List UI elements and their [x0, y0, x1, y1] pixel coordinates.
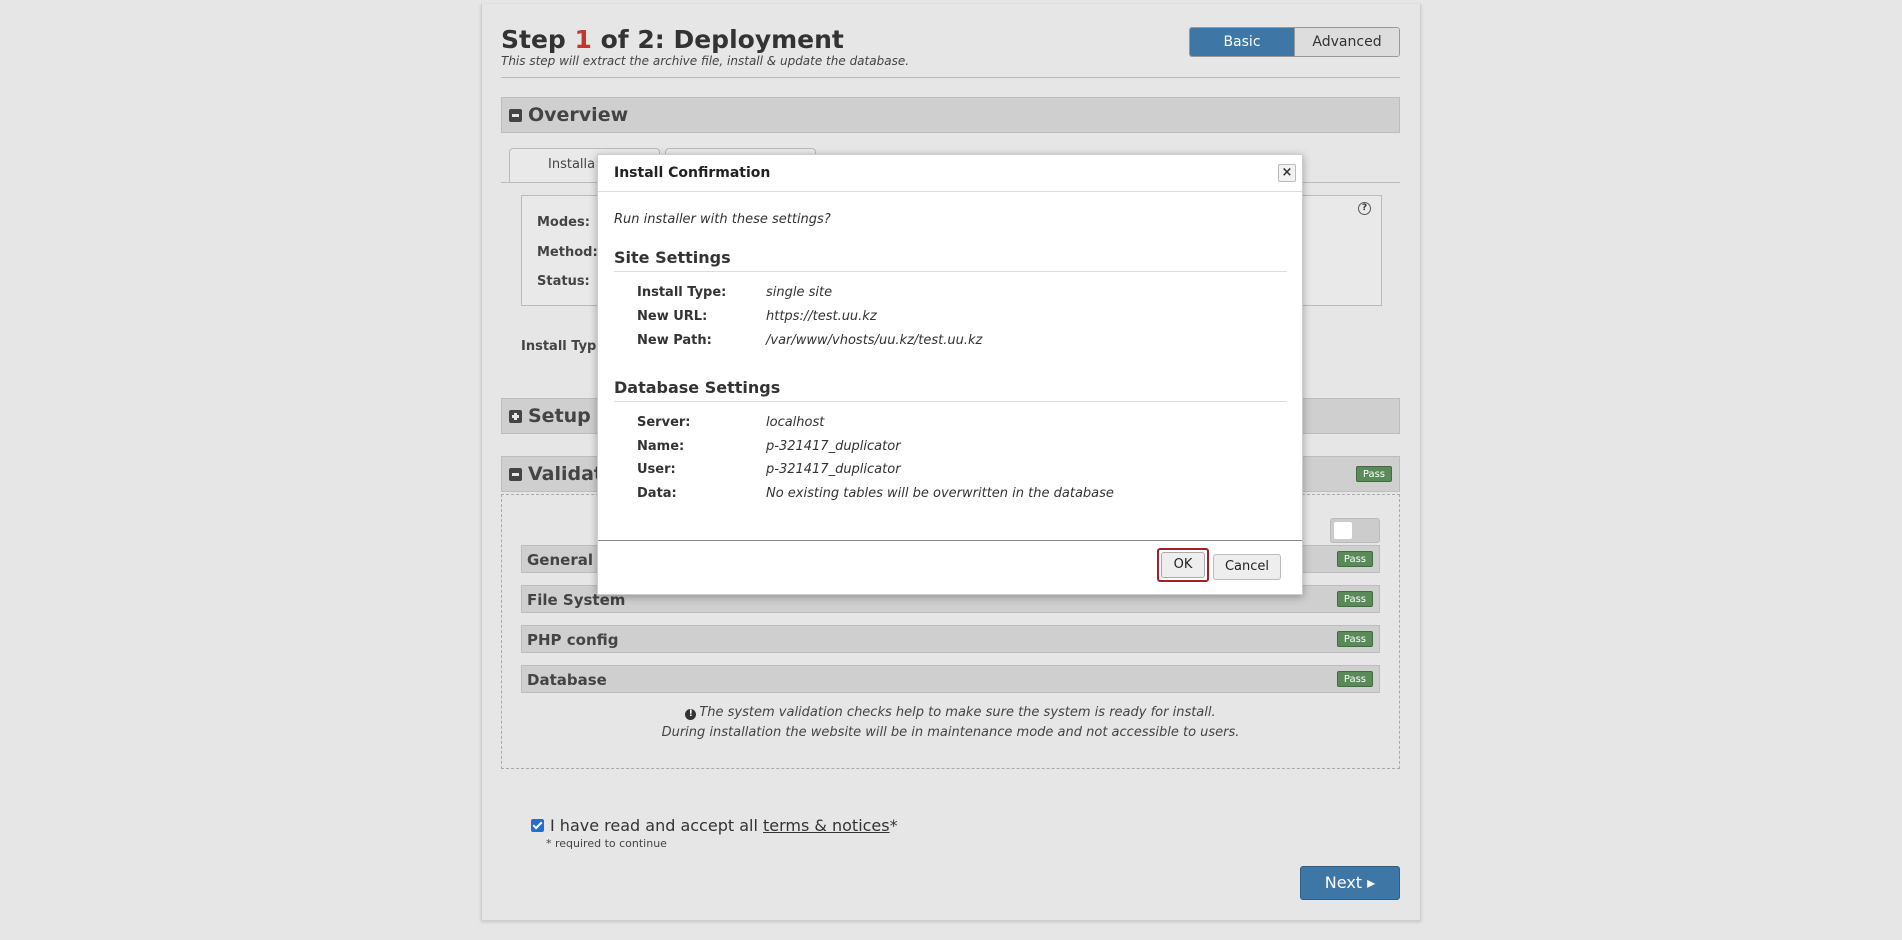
new-path-key: New Path: [637, 333, 712, 348]
ok-focus-ring: OK [1157, 548, 1209, 582]
mode-advanced-button[interactable]: Advanced [1294, 28, 1399, 56]
new-path-value: /var/www/vhosts/uu.kz/test.uu.kz [766, 333, 983, 348]
db-user-key: User: [637, 462, 676, 477]
install-type-label: Install Typ [521, 339, 597, 354]
db-user-value: p-321417_duplicator [766, 462, 901, 477]
required-asterisk: * [889, 816, 898, 835]
overview-section-header[interactable]: Overview [501, 97, 1400, 133]
validation-label: Validat [528, 463, 604, 485]
status-badge: Pass [1336, 631, 1373, 647]
check-label: General [527, 551, 593, 569]
ok-button[interactable]: OK [1161, 552, 1205, 578]
required-note: * required to continue [546, 837, 667, 850]
info-icon: ! [685, 709, 697, 720]
header-divider [501, 77, 1400, 78]
validation-note-line1: ! The system validation checks help to ma… [501, 705, 1400, 720]
db-name-value: p-321417_duplicator [766, 439, 901, 454]
new-url-value: https://test.uu.kz [766, 309, 877, 324]
expand-icon [509, 410, 522, 423]
check-label: PHP config [527, 631, 619, 649]
modes-label: Modes: [537, 215, 590, 230]
dialog-footer-divider [598, 540, 1302, 541]
status-badge: Pass [1336, 551, 1373, 567]
dialog-header: Install Confirmation × [598, 155, 1302, 192]
step-number: 1 [574, 25, 592, 54]
mode-basic-button[interactable]: Basic [1190, 28, 1294, 56]
status-label: Status: [537, 274, 590, 289]
db-data-key: Data: [637, 486, 677, 501]
new-url-key: New URL: [637, 309, 708, 324]
next-button[interactable]: Next ▸ [1300, 866, 1400, 900]
divider [614, 401, 1287, 402]
method-label: Method: [537, 245, 598, 260]
install-type-key: Install Type: [637, 285, 727, 300]
status-badge: Pass [1355, 466, 1392, 482]
install-confirmation-dialog: Install Confirmation × Run installer wit… [597, 154, 1303, 595]
show-all-toggle[interactable] [1330, 518, 1380, 543]
page-title: Step 1 of 2: Deployment [501, 25, 844, 54]
mode-toggle: Basic Advanced [1189, 27, 1400, 57]
install-type-value: single site [766, 285, 833, 300]
accept-text: I have read and accept all [550, 816, 758, 835]
database-settings-heading: Database Settings [614, 378, 781, 397]
caret-right-icon: ▸ [1367, 873, 1376, 892]
overview-label: Overview [528, 104, 629, 126]
status-badge: Pass [1336, 591, 1373, 607]
check-row-php-config[interactable]: PHP config Pass [521, 625, 1380, 653]
status-badge: Pass [1336, 671, 1373, 687]
server-value: localhost [766, 415, 825, 430]
accept-terms: I have read and accept all terms & notic… [531, 816, 898, 835]
collapse-icon [509, 468, 522, 481]
setup-label: Setup [528, 405, 591, 427]
validation-note-line2: During installation the website will be … [661, 725, 1240, 740]
help-icon[interactable]: ? [1358, 202, 1371, 215]
check-label: Database [527, 671, 607, 689]
check-row-database[interactable]: Database Pass [521, 665, 1380, 693]
cancel-button[interactable]: Cancel [1213, 554, 1281, 580]
dialog-question: Run installer with these settings? [614, 212, 831, 227]
accept-checkbox[interactable] [531, 819, 544, 832]
divider [614, 271, 1287, 272]
db-data-value: No existing tables will be overwritten i… [766, 486, 1114, 501]
terms-link[interactable]: terms & notices [763, 816, 890, 835]
site-settings-heading: Site Settings [614, 248, 731, 267]
db-name-key: Name: [637, 439, 685, 454]
close-icon[interactable]: × [1278, 164, 1296, 182]
dialog-title: Install Confirmation [614, 165, 771, 181]
server-key: Server: [637, 415, 691, 430]
collapse-icon [509, 109, 522, 122]
page-subtitle: This step will extract the archive file,… [501, 54, 910, 68]
